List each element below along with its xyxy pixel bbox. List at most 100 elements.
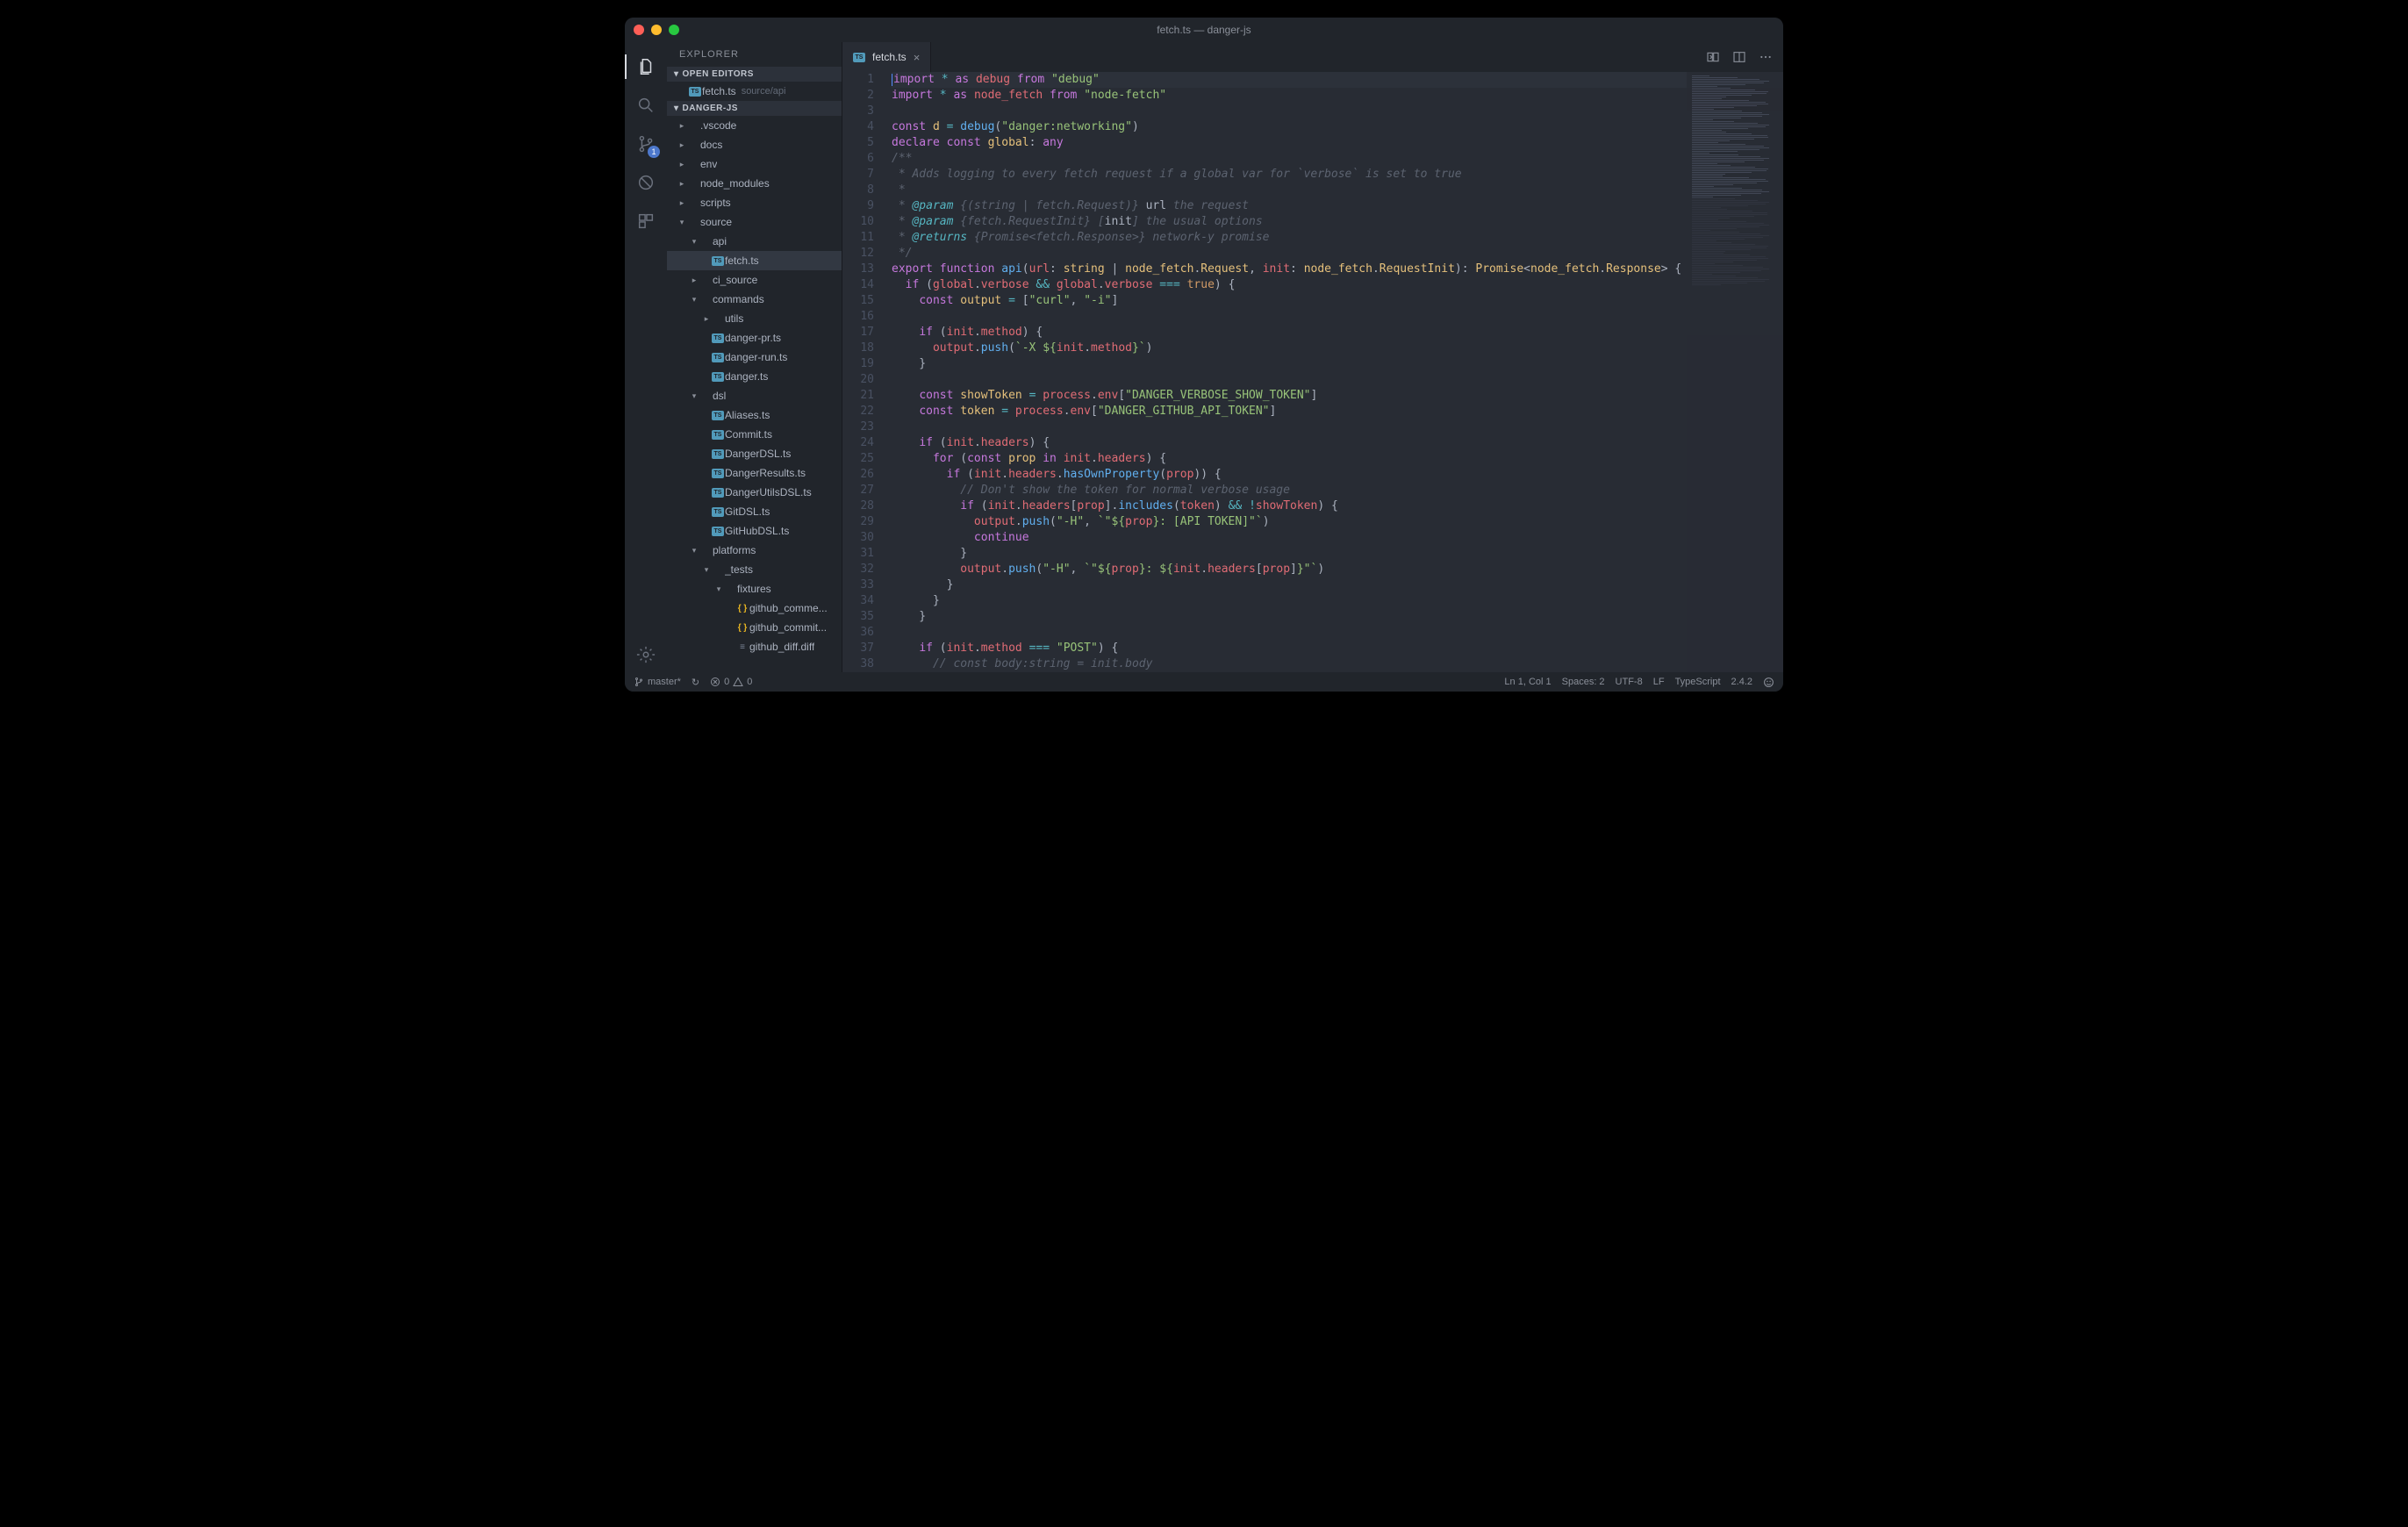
code-line[interactable]: if (init.headers[prop].includes(token) &…: [892, 498, 1783, 514]
file-item[interactable]: TS danger.ts: [667, 367, 842, 386]
code-line[interactable]: import * as debug from "debug": [892, 72, 1783, 88]
code-line[interactable]: declare const global: any: [892, 135, 1783, 151]
status-spaces[interactable]: Spaces: 2: [1562, 677, 1605, 687]
tab-fetch-ts[interactable]: TS fetch.ts ×: [842, 42, 931, 72]
folder-item[interactable]: ▾ api: [667, 232, 842, 251]
code-line[interactable]: if (init.headers) {: [892, 435, 1783, 451]
code-line[interactable]: if (global.verbose && global.verbose ===…: [892, 277, 1783, 293]
folder-item[interactable]: ▾ platforms: [667, 541, 842, 560]
activity-explorer[interactable]: [625, 49, 667, 84]
status-position[interactable]: Ln 1, Col 1: [1504, 677, 1551, 687]
file-item[interactable]: { } github_comme...: [667, 599, 842, 618]
code-line[interactable]: continue: [892, 530, 1783, 546]
code-line[interactable]: }: [892, 593, 1783, 609]
activity-extensions[interactable]: [625, 204, 667, 239]
minimap[interactable]: [1687, 72, 1783, 672]
code-line[interactable]: /**: [892, 151, 1783, 167]
code-line[interactable]: if (init.method === "POST") {: [892, 641, 1783, 656]
status-eol[interactable]: LF: [1653, 677, 1665, 687]
file-item[interactable]: TS Commit.ts: [667, 425, 842, 444]
status-encoding[interactable]: UTF-8: [1616, 677, 1643, 687]
file-item[interactable]: TS danger-pr.ts: [667, 328, 842, 348]
close-window-button[interactable]: [634, 25, 644, 35]
code-line[interactable]: if (init.method) {: [892, 325, 1783, 341]
code-line[interactable]: output.push("-H", `"${prop}: ${init.head…: [892, 562, 1783, 577]
open-editors-header[interactable]: ▾ OPEN EDITORS: [667, 67, 842, 82]
close-icon[interactable]: ×: [914, 51, 921, 64]
file-item[interactable]: { } github_commit...: [667, 618, 842, 637]
file-item[interactable]: TS danger-run.ts: [667, 348, 842, 367]
chevron-down-icon: ▾: [690, 295, 699, 305]
file-item[interactable]: TS fetch.ts: [667, 251, 842, 270]
status-branch[interactable]: master*: [634, 677, 681, 687]
folder-item[interactable]: ▸ docs: [667, 135, 842, 154]
folder-item[interactable]: ▾ source: [667, 212, 842, 232]
status-problems[interactable]: 0 0: [710, 677, 752, 687]
code-line[interactable]: const d = debug("danger:networking"): [892, 119, 1783, 135]
status-sync[interactable]: ↻: [692, 677, 699, 688]
code-line[interactable]: output.push("-H", `"${prop}: [API TOKEN]…: [892, 514, 1783, 530]
chevron-down-icon: ▾: [690, 546, 699, 556]
code-line[interactable]: }: [892, 356, 1783, 372]
file-item[interactable]: TS GitDSL.ts: [667, 502, 842, 521]
code-line[interactable]: for (const prop in init.headers) {: [892, 451, 1783, 467]
code-content[interactable]: import * as debug from "debug"import * a…: [886, 72, 1783, 672]
folder-item[interactable]: ▾ fixtures: [667, 579, 842, 599]
file-item[interactable]: TS Aliases.ts: [667, 405, 842, 425]
code-line[interactable]: if (init.headers.hasOwnProperty(prop)) {: [892, 467, 1783, 483]
open-editor-item[interactable]: TS fetch.ts source/api: [667, 82, 842, 101]
activity-source-control[interactable]: 1: [625, 126, 667, 161]
split-editor-icon[interactable]: [1732, 50, 1746, 64]
code-line[interactable]: const output = ["curl", "-i"]: [892, 293, 1783, 309]
activity-debug[interactable]: [625, 165, 667, 200]
code-line[interactable]: [892, 419, 1783, 435]
folder-item[interactable]: ▸ env: [667, 154, 842, 174]
folder-item[interactable]: ▸ node_modules: [667, 174, 842, 193]
typescript-icon: TS: [712, 430, 724, 440]
file-item[interactable]: TS DangerResults.ts: [667, 463, 842, 483]
compare-changes-icon[interactable]: [1706, 50, 1720, 64]
code-line[interactable]: // const body:string = init.body: [892, 656, 1783, 672]
code-line[interactable]: [892, 309, 1783, 325]
file-item[interactable]: TS GitHubDSL.ts: [667, 521, 842, 541]
code-line[interactable]: }: [892, 546, 1783, 562]
folder-item[interactable]: ▸ ci_source: [667, 270, 842, 290]
file-item[interactable]: TS DangerDSL.ts: [667, 444, 842, 463]
code-line[interactable]: * @param {fetch.RequestInit} [init] the …: [892, 214, 1783, 230]
code-line[interactable]: output.push(`-X ${init.method}`): [892, 341, 1783, 356]
folder-item[interactable]: ▸ utils: [667, 309, 842, 328]
folder-item[interactable]: ▾ dsl: [667, 386, 842, 405]
folder-item[interactable]: ▾ commands: [667, 290, 842, 309]
code-line[interactable]: export function api(url: string | node_f…: [892, 262, 1783, 277]
code-line[interactable]: const showToken = process.env["DANGER_VE…: [892, 388, 1783, 404]
activity-settings[interactable]: [625, 637, 667, 672]
status-ts-version[interactable]: 2.4.2: [1731, 677, 1752, 687]
code-line[interactable]: *: [892, 183, 1783, 198]
more-icon[interactable]: [1759, 50, 1773, 64]
status-feedback[interactable]: [1763, 677, 1774, 688]
code-line[interactable]: }: [892, 609, 1783, 625]
code-line[interactable]: * @returns {Promise<fetch.Response>} net…: [892, 230, 1783, 246]
code-line[interactable]: }: [892, 577, 1783, 593]
minimize-window-button[interactable]: [651, 25, 662, 35]
maximize-window-button[interactable]: [669, 25, 679, 35]
activity-search[interactable]: [625, 88, 667, 123]
folder-item[interactable]: ▸ scripts: [667, 193, 842, 212]
code-line[interactable]: * @param {(string | fetch.Request)} url …: [892, 198, 1783, 214]
file-item[interactable]: TS DangerUtilsDSL.ts: [667, 483, 842, 502]
files-icon: [636, 57, 656, 76]
code-line[interactable]: // Don't show the token for normal verbo…: [892, 483, 1783, 498]
folder-item[interactable]: ▸ .vscode: [667, 116, 842, 135]
status-language[interactable]: TypeScript: [1675, 677, 1721, 687]
code-editor[interactable]: 1234567891011121314151617181920212223242…: [842, 72, 1783, 672]
code-line[interactable]: [892, 104, 1783, 119]
file-item[interactable]: ≡ github_diff.diff: [667, 637, 842, 656]
code-line[interactable]: */: [892, 246, 1783, 262]
code-line[interactable]: [892, 625, 1783, 641]
code-line[interactable]: * Adds logging to every fetch request if…: [892, 167, 1783, 183]
code-line[interactable]: [892, 372, 1783, 388]
code-line[interactable]: const token = process.env["DANGER_GITHUB…: [892, 404, 1783, 419]
code-line[interactable]: import * as node_fetch from "node-fetch": [892, 88, 1783, 104]
folder-item[interactable]: ▾ _tests: [667, 560, 842, 579]
project-header[interactable]: ▾ DANGER-JS: [667, 101, 842, 116]
